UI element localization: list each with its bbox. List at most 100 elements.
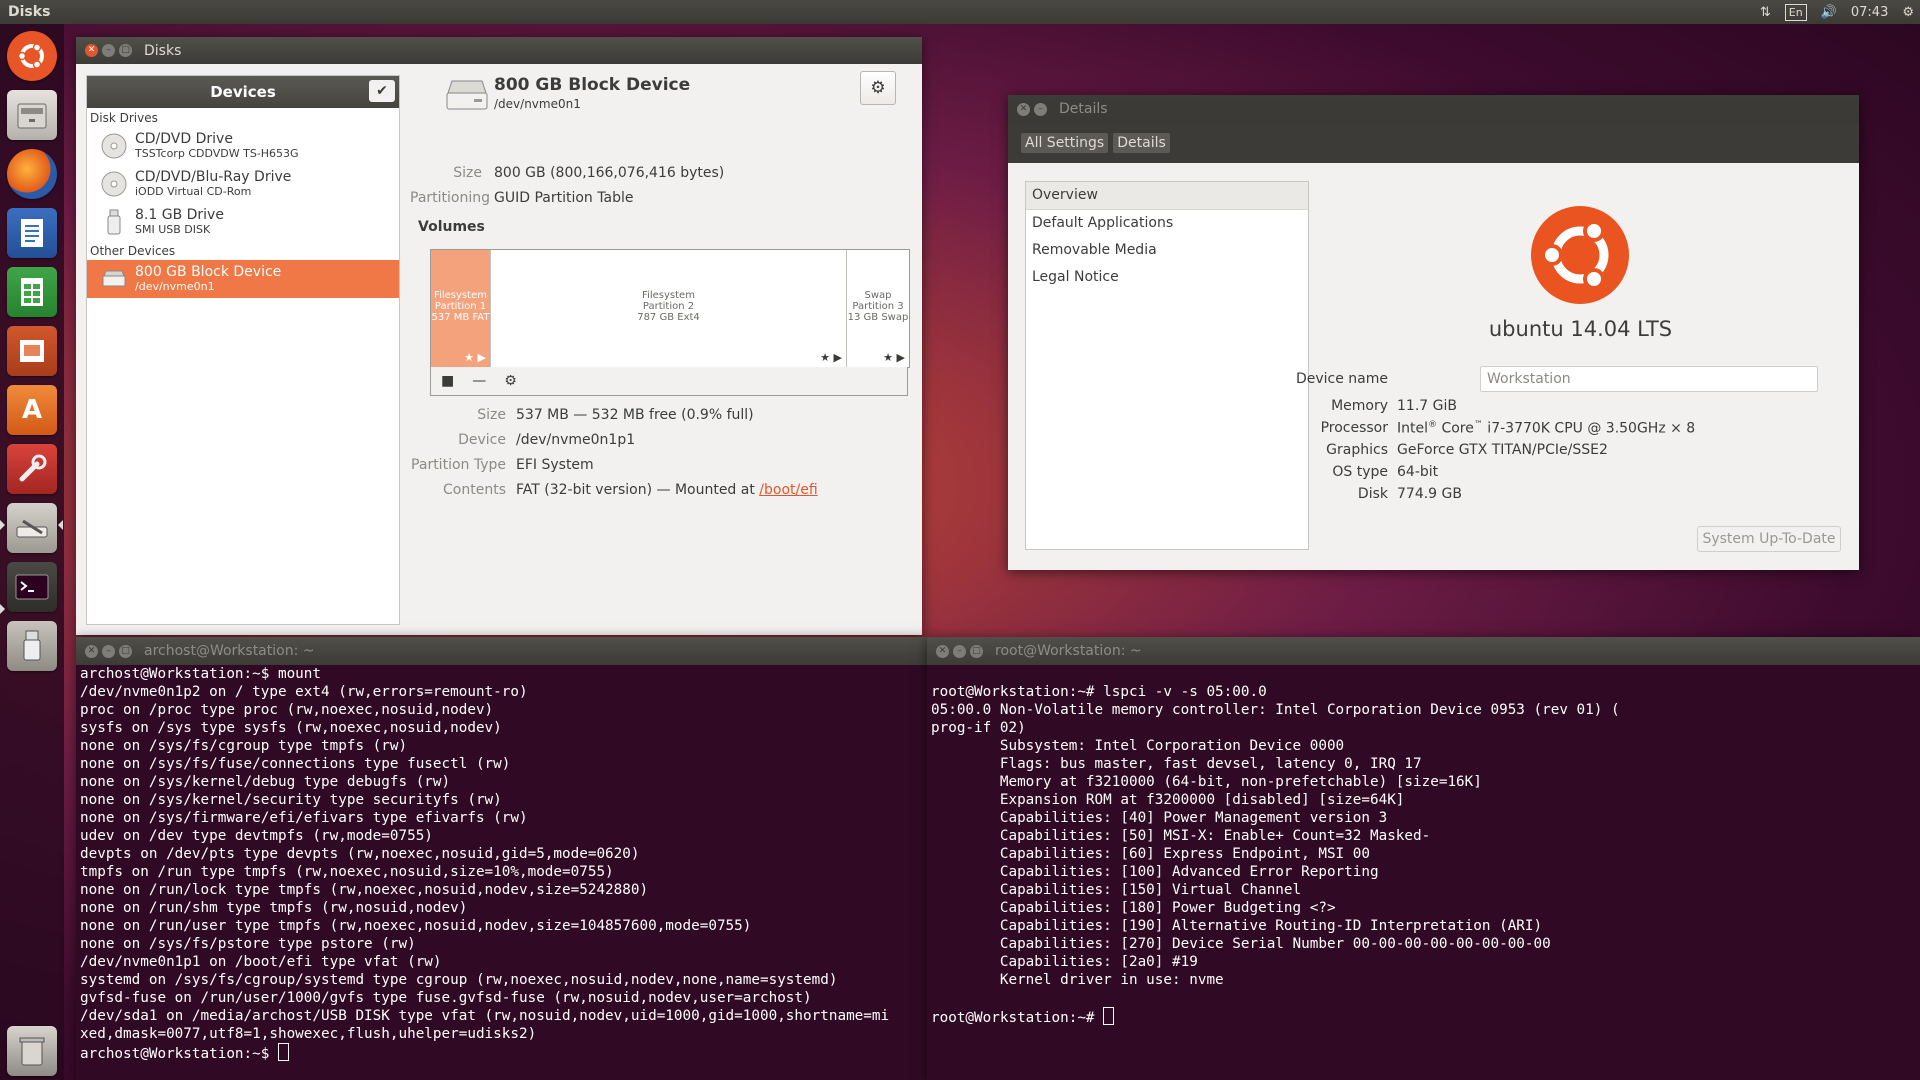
terminal-line: Capabilities: [270] Device Serial Number… — [931, 936, 1551, 952]
terminal-line: devpts on /dev/pts type devpts (rw,noexe… — [80, 846, 640, 862]
launcher: A — [0, 24, 64, 1080]
close-button[interactable]: ✕ — [85, 644, 98, 658]
maximize-button[interactable]: □ — [970, 644, 983, 658]
partition-type: Filesystem — [642, 290, 695, 301]
partition-1[interactable]: Filesystem Partition 1 537 MB FAT ★ ▶ — [431, 250, 491, 367]
drive-item-usb[interactable]: 8.1 GB Drive SMI USB DISK — [87, 203, 399, 241]
usb-drive-icon[interactable] — [7, 621, 57, 671]
terminal-prompt: root@Workstation:~# — [931, 1007, 1920, 1027]
minimize-button[interactable]: – — [1034, 102, 1047, 116]
terminal-line: none on /sys/fs/pstore type pstore (rw) — [80, 936, 416, 952]
volume-icon[interactable]: 🔊 — [1821, 5, 1837, 20]
clock[interactable]: 07:43 — [1851, 5, 1888, 20]
device-detail-pane: 800 GB Block Device /dev/nvme0n1 ⚙ Size … — [410, 71, 910, 631]
minimize-button[interactable]: – — [953, 644, 966, 658]
all-settings-button[interactable]: All Settings — [1021, 133, 1109, 153]
trash-icon[interactable] — [7, 1026, 57, 1076]
terminal-line: none on /sys/firmware/efi/efivars type e… — [80, 810, 528, 826]
terminal-output[interactable]: root@Workstation:~# lspci -v -s 05:00.0 0… — [927, 665, 1920, 1027]
calc-icon[interactable] — [7, 267, 57, 317]
graphics-value: GeForce GTX TITAN/PCIe/SSE2 — [1397, 442, 1608, 458]
system-up-to-date-button[interactable]: System Up-To-Date — [1697, 526, 1841, 552]
disks-icon[interactable] — [7, 503, 57, 553]
window-title: Details — [1059, 101, 1108, 117]
usb-stick-icon — [107, 209, 121, 235]
terminal-line: tmpfs on /run type tmpfs (rw,noexec,nosu… — [80, 864, 614, 880]
active-app-title: Disks — [8, 4, 51, 20]
nav-item-overview[interactable]: Overview — [1026, 182, 1308, 210]
partition-3[interactable]: Swap Partition 3 13 GB Swap ★ ▶ — [847, 250, 909, 367]
keyboard-indicator[interactable]: En — [1784, 3, 1807, 21]
drive-item-cd-dvd[interactable]: CD/DVD Drive TSSTcorp CDDVDW TS-H653G — [87, 127, 399, 165]
hard-disk-icon — [446, 80, 488, 110]
device-name-label: Device name — [1295, 371, 1388, 387]
processor-part: Core — [1437, 420, 1474, 437]
minimize-button[interactable]: – — [102, 44, 115, 57]
files-icon[interactable] — [7, 90, 57, 140]
terminal-window-archost: ✕ – □ archost@Workstation: ~ archost@Wor… — [76, 637, 927, 1080]
network-icon[interactable]: ⇅ — [1760, 5, 1771, 20]
disks-titlebar[interactable]: ✕ – □ Disks — [76, 37, 922, 64]
terminal-line: /dev/nvme0n1p1 on /boot/efi type vfat (r… — [80, 954, 442, 970]
details-breadcrumb-button[interactable]: Details — [1113, 133, 1170, 153]
device-name-input[interactable]: Workstation — [1480, 366, 1818, 392]
close-button[interactable]: ✕ — [936, 644, 949, 658]
delete-partition-icon[interactable]: — — [472, 373, 486, 389]
terminal-icon[interactable] — [7, 562, 57, 612]
gear-icon[interactable]: ⚙ — [860, 71, 896, 105]
unmount-stop-icon[interactable]: ■ — [441, 373, 454, 389]
drive-item-block-device[interactable]: 800 GB Block Device/dev/nvme0n1 — [87, 260, 399, 298]
terminal-window-root: ✕ – □ root@Workstation: ~ root@Workstati… — [927, 637, 1920, 1080]
partition-2[interactable]: Filesystem Partition 2 787 GB Ext4 ★ ▶ — [491, 250, 847, 367]
details-titlebar[interactable]: ✕ – Details — [1008, 95, 1859, 123]
devices-header: Devices ✔ — [87, 76, 399, 108]
check-icon[interactable]: ✔ — [369, 80, 395, 102]
terminal-prompt: archost@Workstation:~$ — [80, 1043, 927, 1063]
close-button[interactable]: ✕ — [85, 44, 98, 57]
terminal-line: Flags: bus master, fast devsel, latency … — [931, 756, 1422, 772]
close-button[interactable]: ✕ — [1017, 102, 1030, 116]
nav-item-legal-notice[interactable]: Legal Notice — [1026, 264, 1308, 291]
terminal-line: Capabilities: [40] Power Management vers… — [931, 810, 1388, 826]
processor-value: Intel® Core™ i7-3770K CPU @ 3.50GHz × 8 — [1397, 420, 1695, 437]
maximize-button[interactable]: □ — [119, 44, 132, 57]
terminal-titlebar[interactable]: ✕ – □ root@Workstation: ~ — [927, 637, 1920, 665]
impress-icon[interactable] — [7, 326, 57, 376]
disks-window: ✕ – □ Disks Devices ✔ Disk Drives CD/DVD… — [76, 37, 922, 635]
terminal-line: /dev/nvme0n1p2 on / type ext4 (rw,errors… — [80, 684, 528, 700]
mount-point-link[interactable]: /boot/efi — [759, 482, 817, 498]
terminal-line: Capabilities: [50] MSI-X: Enable+ Count=… — [931, 828, 1431, 844]
vol-size-label: Size — [477, 407, 506, 423]
nav-item-removable-media[interactable]: Removable Media — [1026, 237, 1308, 264]
minimize-button[interactable]: – — [102, 644, 115, 658]
drive-model: /dev/nvme0n1 — [135, 280, 215, 293]
terminal-titlebar[interactable]: ✕ – □ archost@Workstation: ~ — [76, 637, 927, 665]
firefox-icon[interactable] — [7, 149, 57, 199]
terminal-line: Capabilities: [2a0] #19 — [931, 954, 1198, 970]
terminal-line: none on /sys/fs/cgroup type tmpfs (rw) — [80, 738, 408, 754]
size-value: 800 GB (800,166,076,416 bytes) — [494, 165, 725, 181]
drive-item-bluray[interactable]: CD/DVD/Blu-Ray Drive iODD Virtual CD-Rom — [87, 165, 399, 203]
processor-part: ™ — [1473, 420, 1483, 430]
devices-header-label: Devices — [210, 83, 276, 101]
terminal-line: xed,dmask=0077,utf8=1,showexec,flush,uhe… — [80, 1026, 537, 1042]
terminal-line: Capabilities: [60] Express Endpoint, MSI… — [931, 846, 1370, 862]
system-gear-icon[interactable]: ⚙ — [1902, 5, 1914, 20]
terminal-line: Capabilities: [100] Advanced Error Repor… — [931, 864, 1379, 880]
writer-icon[interactable] — [7, 208, 57, 258]
size-label: Size — [453, 165, 482, 181]
ubuntu-dash-icon[interactable] — [7, 31, 57, 81]
terminal-line: Subsystem: Intel Corporation Device 0000 — [931, 738, 1345, 754]
software-center-icon[interactable]: A — [7, 385, 57, 435]
running-indicator — [0, 604, 5, 614]
maximize-button[interactable]: □ — [119, 644, 132, 658]
partition-name: Partition 2 — [642, 301, 695, 312]
nav-item-default-applications[interactable]: Default Applications — [1026, 210, 1308, 237]
partition-size: 787 GB Ext4 — [637, 312, 700, 323]
system-settings-icon[interactable] — [7, 444, 57, 494]
optical-disc-icon — [101, 133, 127, 159]
terminal-line: proc on /proc type proc (rw,noexec,nosui… — [80, 702, 494, 718]
terminal-output[interactable]: archost@Workstation:~$ mount/dev/nvme0n1… — [76, 665, 927, 1063]
partitioning-value: GUID Partition Table — [494, 190, 634, 206]
partition-settings-icon[interactable]: ⚙ — [504, 373, 517, 389]
